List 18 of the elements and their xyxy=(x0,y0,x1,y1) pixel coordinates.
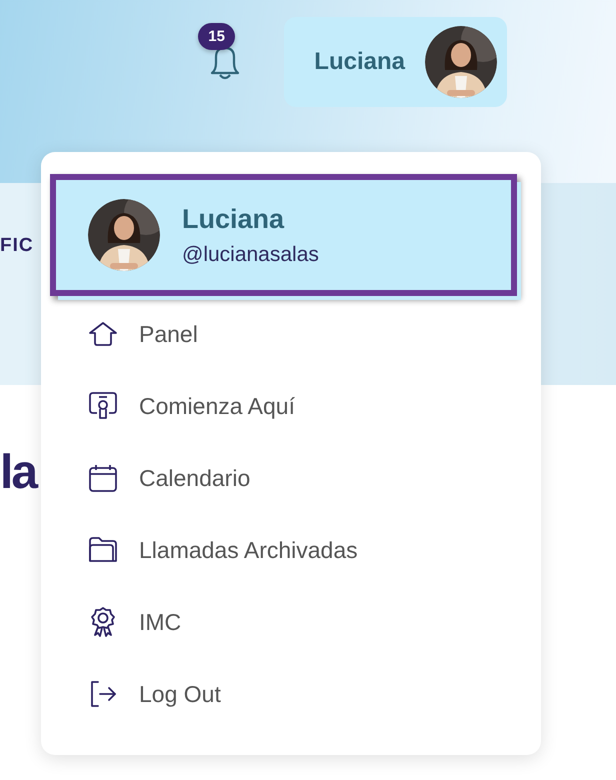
menu-item[interactable]: Panel xyxy=(50,298,198,370)
menu-item[interactable]: Llamadas Archivadas xyxy=(50,514,358,586)
menu-item[interactable]: Log Out xyxy=(50,658,221,730)
award-ribbon-icon xyxy=(89,606,117,638)
user-name: Luciana xyxy=(182,204,286,234)
notification-badge: 15 xyxy=(198,23,235,50)
menu-item[interactable]: Comienza Aquí xyxy=(50,370,295,442)
menu-item[interactable]: IMC xyxy=(50,586,182,658)
house-icon xyxy=(88,321,118,347)
profile-button[interactable]: Luciana xyxy=(284,17,507,107)
calendar-icon xyxy=(88,463,118,493)
folder-icon xyxy=(88,535,118,565)
section-label: FIC xyxy=(0,235,34,257)
page-heading: la xyxy=(0,445,36,500)
logout-icon xyxy=(88,679,118,709)
user-handle: @lucianasalas xyxy=(182,242,319,266)
menu-item[interactable]: Calendario xyxy=(50,442,250,514)
certificate-icon xyxy=(88,391,118,421)
